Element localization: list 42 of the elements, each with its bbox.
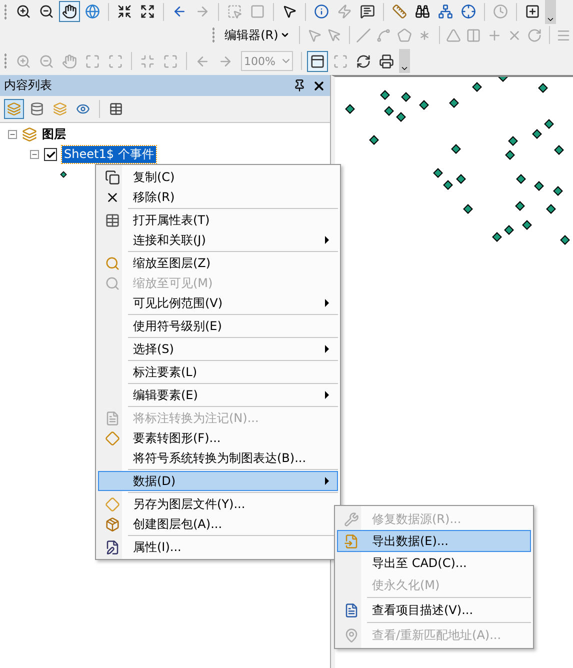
menu-item[interactable]: 将符号系统转换为制图表达(B)... [98, 448, 338, 468]
menu-item[interactable]: 标注要素(L) [98, 362, 338, 382]
menu-item[interactable]: 复制(C) [98, 167, 338, 187]
package-icon [104, 516, 120, 532]
pin-icon[interactable] [293, 78, 306, 92]
menu-item[interactable]: 连接和关联(J) [98, 230, 338, 250]
menu-item[interactable]: 数据(D) [98, 471, 338, 491]
panel-title: 内容列表 [4, 77, 52, 94]
zoom-icon [104, 276, 120, 290]
menu-item[interactable]: 导出数据(E)... [337, 530, 531, 552]
menu-item[interactable]: 移除(R) [98, 187, 338, 207]
caret-icon[interactable] [280, 30, 290, 40]
point-symbol-icon [60, 171, 67, 178]
menu-item[interactable]: 编辑要素(E) [98, 385, 338, 405]
menu-item[interactable]: 可见比例范围(V) [98, 293, 338, 313]
menu-item[interactable]: 查看项目描述(V)... [337, 599, 531, 621]
menu-item[interactable]: 使用符号级别(E) [98, 316, 338, 336]
editor-menu-button[interactable]: 编辑器(R) [220, 26, 294, 44]
properties-icon [104, 540, 120, 554]
chevron-down-icon[interactable] [400, 64, 409, 73]
table-icon [104, 212, 120, 228]
address-icon [344, 628, 358, 642]
menu-item[interactable]: 创建图层包(A)... [98, 514, 338, 534]
menu-item[interactable]: 另存为图层文件(Y)... [98, 494, 338, 514]
zoom-layer-icon [104, 256, 120, 270]
copy-icon [104, 170, 120, 184]
document-icon [104, 410, 120, 426]
export-icon [344, 534, 358, 548]
menu-item[interactable]: 打开属性表(T) [98, 210, 338, 230]
layer-group-label[interactable]: 图层 [42, 126, 66, 143]
menu-item[interactable]: 缩放至图层(Z) [98, 253, 338, 273]
diamond-icon [104, 430, 120, 446]
document-icon [344, 602, 358, 618]
layers-icon [22, 127, 37, 142]
close-icon[interactable] [312, 78, 326, 92]
layer-label[interactable]: Sheet1$ 个事件 [62, 146, 156, 163]
menu-item[interactable]: 要素转图形(F)... [98, 428, 338, 448]
menu-item[interactable]: 选择(S) [98, 339, 338, 359]
menu-item[interactable]: 属性(I)... [98, 537, 338, 557]
menu-item[interactable]: 导出至 CAD(C)... [337, 552, 531, 574]
diamond-icon [104, 496, 120, 512]
wrench-icon [344, 512, 358, 526]
